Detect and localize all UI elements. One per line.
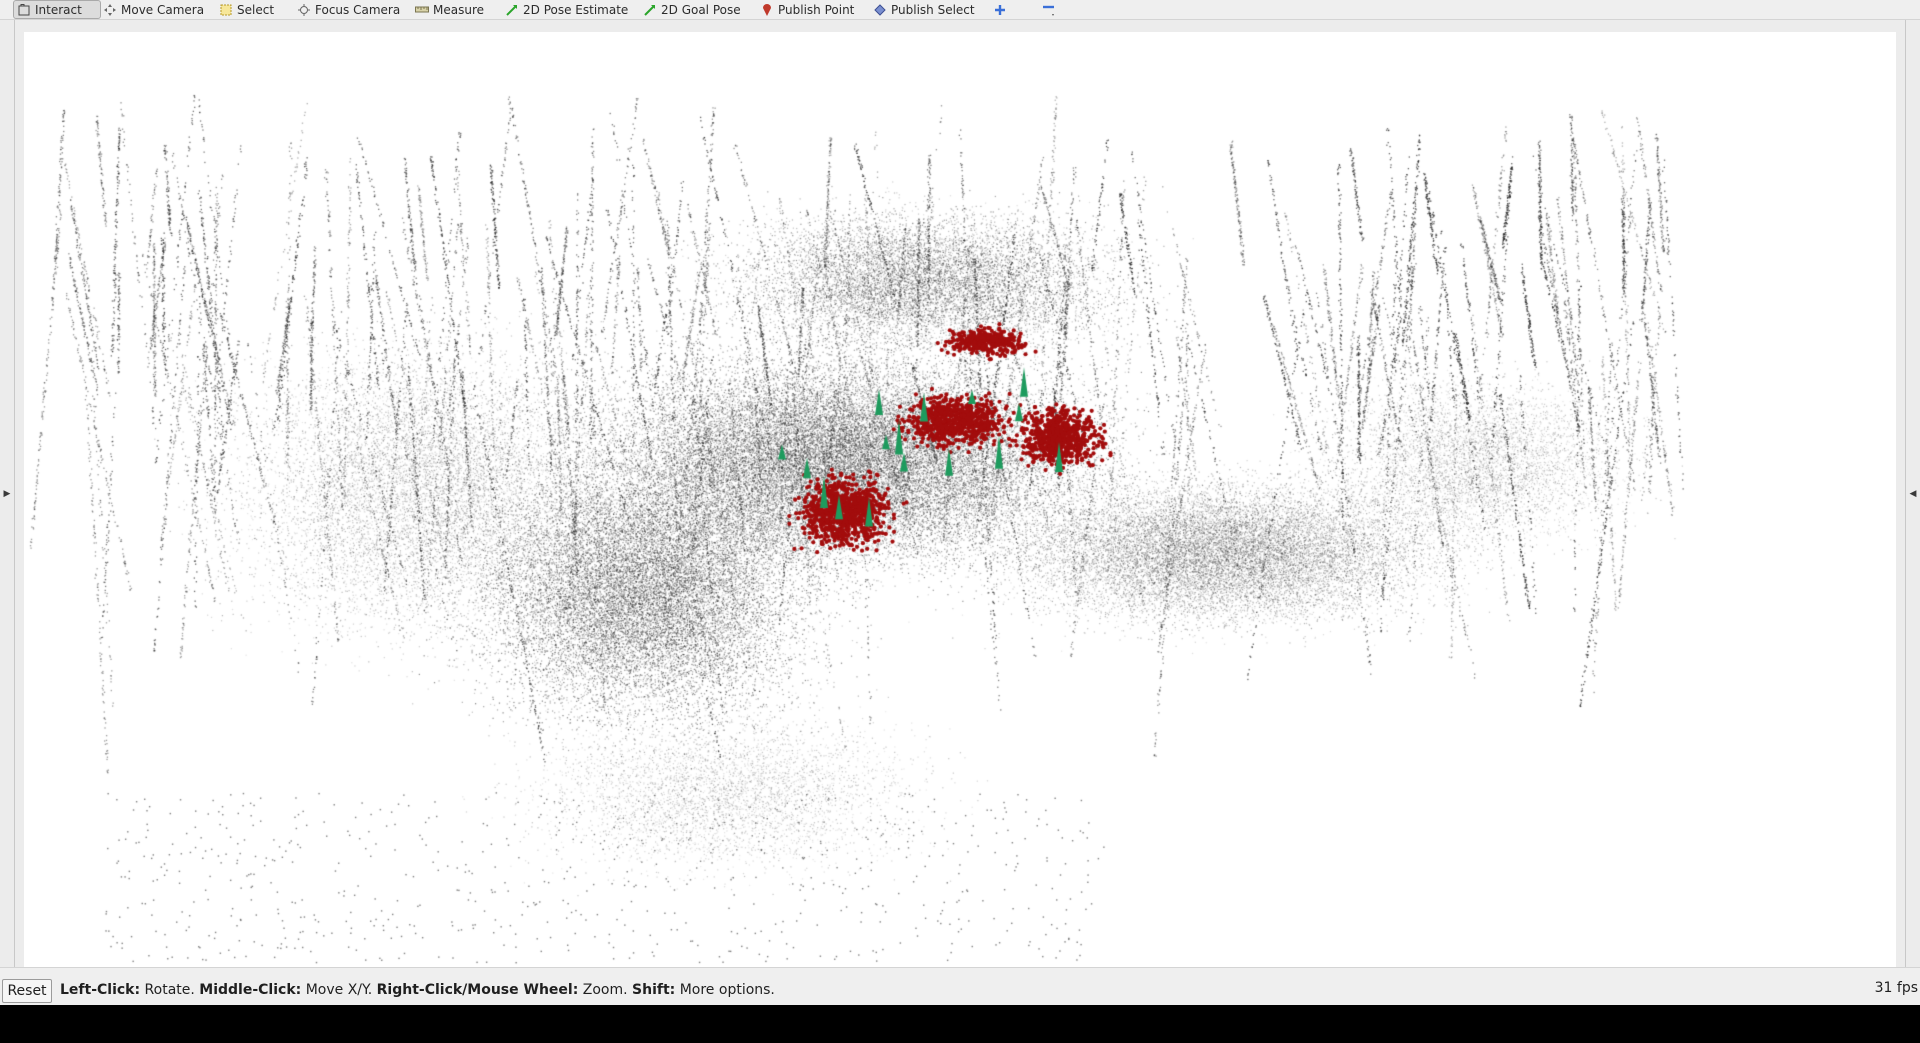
tool-publish-select[interactable]: Publish Select <box>873 0 975 19</box>
publish-select-icon <box>873 3 887 17</box>
tool-2d-goal-pose[interactable]: 2D Goal Pose <box>643 0 741 19</box>
tool-label: 2D Goal Pose <box>661 2 741 17</box>
plus-icon <box>993 3 1007 17</box>
tool-2d-pose-estimate[interactable]: 2D Pose Estimate <box>505 0 628 19</box>
main-view-area: ▶ ◀ <box>0 20 1920 967</box>
measure-icon <box>415 3 429 17</box>
tool-move-camera[interactable]: Move Camera <box>103 0 204 19</box>
tool-label: 2D Pose Estimate <box>523 2 629 17</box>
hint-key: Shift: <box>632 982 676 998</box>
hint-key: Right-Click/Mouse Wheel: <box>376 982 579 998</box>
rviz-window: Interact Move Camera Select Focus Camera… <box>0 0 1920 1043</box>
tools-toolbar: Interact Move Camera Select Focus Camera… <box>0 0 1920 20</box>
status-bar: Reset Left-Click: Rotate. Middle-Click: … <box>0 967 1920 1005</box>
hint-text: Rotate. <box>140 982 200 998</box>
goal-pose-icon <box>643 3 657 17</box>
window-bottom-region <box>0 1005 1920 1043</box>
tool-publish-point[interactable]: Publish Point <box>760 0 854 19</box>
mouse-hint-text: Left-Click: Rotate. Middle-Click: Move X… <box>60 982 775 998</box>
collapse-left-icon: ▶ <box>3 488 11 499</box>
hint-key: Middle-Click: <box>199 982 302 998</box>
right-dock-collapse-handle[interactable]: ◀ <box>1905 20 1920 967</box>
fps-counter: 31 fps <box>1874 980 1918 996</box>
tool-label: Publish Point <box>778 2 855 17</box>
point-cloud-canvas[interactable] <box>24 32 1896 967</box>
collapse-right-icon: ◀ <box>1909 488 1917 499</box>
hint-text: Zoom. <box>578 982 633 998</box>
pose-estimate-icon <box>505 3 519 17</box>
minus-icon <box>1042 3 1056 17</box>
tool-label: Focus Camera <box>315 2 401 17</box>
hint-key: Left-Click: <box>60 982 141 998</box>
tool-interact[interactable]: Interact <box>13 0 101 19</box>
publish-point-icon <box>760 3 774 17</box>
tool-label: Move Camera <box>121 2 205 17</box>
tool-label: Select <box>237 2 275 17</box>
reset-button[interactable]: Reset <box>2 979 52 1003</box>
tool-measure[interactable]: Measure <box>415 0 484 19</box>
add-tool-button[interactable] <box>993 0 1011 19</box>
tool-label: Publish Select <box>891 2 975 17</box>
hint-text: More options. <box>675 982 775 998</box>
left-dock-collapse-handle[interactable]: ▶ <box>0 20 15 967</box>
hint-text: Move X/Y. <box>301 982 377 998</box>
tool-select[interactable]: Select <box>219 0 274 19</box>
move-camera-icon <box>103 3 117 17</box>
cursor-icon <box>17 3 31 17</box>
focus-camera-icon <box>297 3 311 17</box>
tool-focus-camera[interactable]: Focus Camera <box>297 0 400 19</box>
select-icon <box>219 3 233 17</box>
tool-label: Interact <box>35 2 82 17</box>
tool-label: Measure <box>433 2 484 17</box>
remove-tool-button[interactable] <box>1042 0 1060 19</box>
render-3d-viewport[interactable] <box>24 32 1896 967</box>
